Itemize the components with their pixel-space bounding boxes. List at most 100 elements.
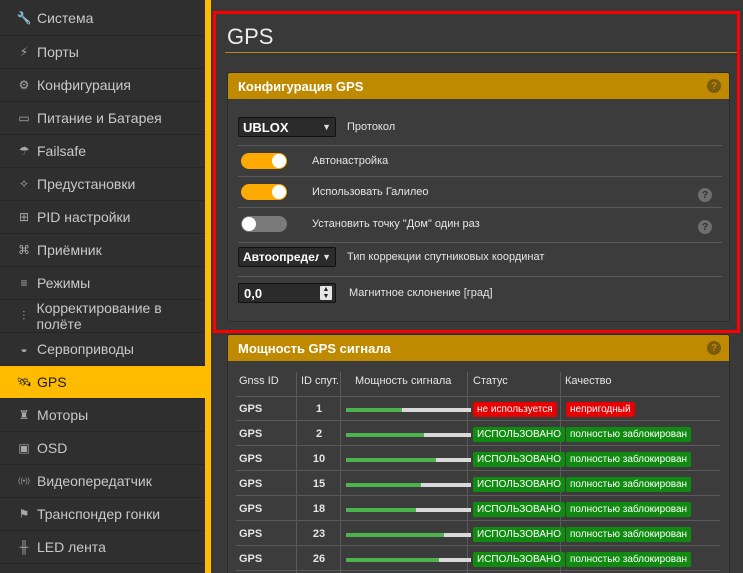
sidebar-item[interactable]: ╫ LED лента — [0, 531, 205, 564]
transponder-icon: ⚑ — [18, 507, 30, 521]
sidebar-item[interactable]: ♜ Моторы — [0, 399, 205, 432]
signal-strength-bar — [346, 408, 471, 412]
sidebar-item-label: LED лента — [37, 539, 106, 555]
sidebar-item[interactable]: ((•)) Видеопередатчик — [0, 465, 205, 498]
gnss-id-cell: GPS — [239, 453, 263, 465]
column-divider — [467, 372, 468, 573]
sidebar-item[interactable]: ⫶ Корректирование в полёте — [0, 300, 205, 333]
row-divider — [236, 570, 720, 571]
row-divider — [236, 470, 720, 471]
osd-icon: ▣ — [18, 441, 30, 455]
sidebar-item-label: Режимы — [37, 275, 91, 291]
sidebar-item-label: Транспондер гонки — [37, 506, 161, 522]
gnss-id-cell: GPS — [239, 428, 263, 440]
sidebar-item-label: Видеопередатчик — [37, 473, 152, 489]
sidebar-item[interactable]: ⚙ Конфигурация — [0, 69, 205, 102]
signal-strength-bar — [346, 458, 471, 462]
sidebar-item[interactable]: 🛰 GPS — [0, 366, 205, 399]
signal-strength-bar — [346, 533, 471, 537]
servo-icon: ◒ — [20, 342, 28, 356]
signal-strength-fill — [346, 483, 421, 487]
signal-strength-bar — [346, 483, 471, 487]
sidebar-item-label: Failsafe — [37, 143, 87, 159]
sat-id-cell: 26 — [312, 553, 326, 565]
column-header: Качество — [565, 375, 612, 387]
signal-strength-fill — [346, 458, 436, 462]
status-badge: ИСПОЛЬЗОВАНО — [473, 502, 565, 517]
row-divider — [236, 420, 720, 421]
sidebar-item-label: Моторы — [37, 407, 89, 423]
parachute-icon: ☂ — [18, 144, 30, 158]
row-divider — [236, 545, 720, 546]
status-badge: ИСПОЛЬЗОВАНО — [473, 477, 565, 492]
highlight-box — [213, 11, 740, 333]
sidebar-item-label: PID настройки — [37, 209, 131, 225]
sidebar-item-label: OSD — [37, 440, 68, 456]
sat-id-cell: 15 — [312, 478, 326, 490]
gnss-id-cell: GPS — [239, 503, 263, 515]
sidebar-item[interactable]: ≡ Режимы — [0, 267, 205, 300]
help-icon[interactable]: ? — [707, 341, 721, 355]
battery-icon: ▭ — [18, 111, 30, 125]
signal-strength-fill — [346, 533, 444, 537]
sidebar-item-label: Порты — [37, 44, 79, 60]
gnss-id-cell: GPS — [239, 528, 263, 540]
sidebar-item[interactable]: ◒ Сервоприводы — [0, 333, 205, 366]
quality-badge: непригодный — [566, 402, 635, 417]
led-icon: ╫ — [19, 540, 29, 554]
satellite-icon: 🛰 — [16, 375, 32, 389]
column-header: Мощность сигнала — [355, 375, 452, 387]
signal-strength-bar — [346, 558, 471, 562]
signal-strength-fill — [346, 433, 424, 437]
header-divider — [236, 396, 720, 397]
column-header: Gnss ID — [239, 375, 279, 387]
sat-id-cell: 10 — [312, 453, 326, 465]
sidebar-item[interactable]: ⌘ Приёмник — [0, 234, 205, 267]
sidebar-item[interactable]: ☂ Failsafe — [0, 135, 205, 168]
wrench-icon: 🔧 — [16, 10, 32, 25]
gnss-id-cell: GPS — [239, 478, 263, 490]
quality-badge: полностью заблокирован — [566, 452, 692, 467]
sidebar-item-label: Система — [37, 9, 94, 26]
sidebar-item-label: Приёмник — [37, 242, 102, 258]
row-divider — [236, 445, 720, 446]
column-divider — [560, 372, 561, 573]
row-divider — [236, 495, 720, 496]
signal-strength-fill — [346, 508, 416, 512]
signal-strength-fill — [346, 408, 403, 412]
quality-badge: полностью заблокирован — [566, 552, 692, 567]
sat-id-cell: 1 — [315, 403, 323, 415]
gnss-id-cell: GPS — [239, 553, 263, 565]
status-badge: ИСПОЛЬЗОВАНО — [473, 427, 565, 442]
sidebar-item-label: GPS — [37, 374, 67, 390]
motor-icon: ♜ — [18, 408, 30, 422]
plug-icon: ⚡ — [19, 45, 29, 59]
sidebar-item[interactable]: ▭ Питание и Батарея — [0, 102, 205, 135]
sidebar-item[interactable]: ▣ OSD — [0, 432, 205, 465]
status-badge: не используется — [473, 402, 557, 417]
column-divider — [296, 372, 297, 573]
sidebar-item-label: Конфигурация — [37, 77, 131, 93]
column-divider — [340, 372, 341, 573]
toggles-icon: ≡ — [20, 276, 28, 290]
signal-strength-fill — [346, 558, 439, 562]
signal-strength-bar — [346, 508, 471, 512]
sidebar-item[interactable]: ⚑ Транспондер гонки — [0, 498, 205, 531]
gnss-id-cell: GPS — [239, 403, 263, 415]
column-header: Статус — [473, 375, 508, 387]
column-header: ID спут. — [301, 375, 339, 387]
sidebar-item-label: Питание и Батарея — [37, 110, 162, 126]
sidebar-item[interactable]: ⚡ Порты — [0, 36, 205, 69]
sat-id-cell: 23 — [312, 528, 326, 540]
status-badge: ИСПОЛЬЗОВАНО — [473, 452, 565, 467]
sat-id-cell: 2 — [315, 428, 323, 440]
sidebar-item[interactable]: 🔧 Система — [0, 0, 205, 36]
quality-badge: полностью заблокирован — [566, 477, 692, 492]
sidebar-item[interactable]: ⊞ PID настройки — [0, 201, 205, 234]
quality-badge: полностью заблокирован — [566, 502, 692, 517]
gps-signal-header: Мощность GPS сигнала ? — [228, 335, 729, 361]
status-badge: ИСПОЛЬЗОВАНО — [473, 552, 565, 567]
sidebar-item[interactable]: ✧ Предустановки — [0, 168, 205, 201]
sliders-icon: ⫶ — [22, 308, 26, 323]
sidebar-item-label: Сервоприводы — [37, 341, 134, 357]
